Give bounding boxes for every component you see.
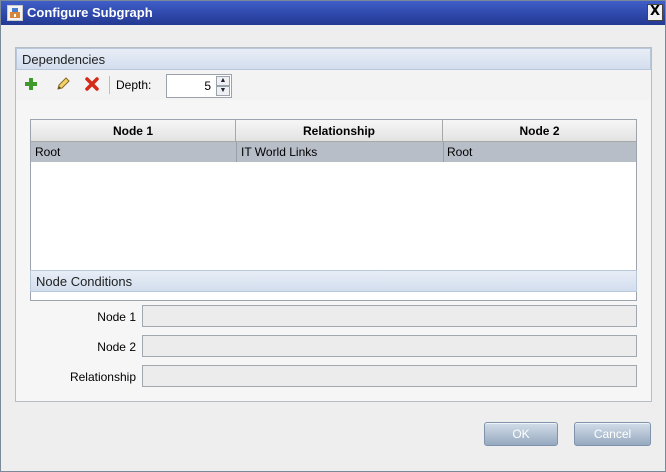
title-bar: Configure Subgraph X bbox=[1, 1, 665, 25]
dependencies-header: Dependencies bbox=[16, 48, 651, 70]
main-panel: Dependencies Depth: 5 ▲ ▼ Node 1 Relatio… bbox=[15, 47, 652, 402]
add-button[interactable] bbox=[23, 76, 39, 92]
cell-node1: Root bbox=[35, 145, 61, 159]
table-row[interactable]: Root IT World Links Root bbox=[31, 142, 636, 162]
depth-label: Depth: bbox=[116, 78, 152, 92]
node1-field[interactable] bbox=[142, 305, 637, 327]
column-header-relationship[interactable]: Relationship bbox=[236, 120, 443, 142]
window-title: Configure Subgraph bbox=[27, 5, 153, 20]
spin-up-button[interactable]: ▲ bbox=[216, 76, 230, 86]
depth-spinner[interactable]: 5 ▲ ▼ bbox=[166, 74, 232, 98]
pencil-icon bbox=[57, 77, 70, 90]
close-icon: X bbox=[649, 4, 661, 19]
column-header-node1[interactable]: Node 1 bbox=[31, 120, 236, 142]
ok-button[interactable]: OK bbox=[484, 422, 558, 446]
spin-down-button[interactable]: ▼ bbox=[216, 86, 230, 96]
node1-label: Node 1 bbox=[97, 310, 136, 324]
delete-button[interactable] bbox=[84, 76, 100, 92]
cancel-button[interactable]: Cancel bbox=[574, 422, 651, 446]
column-header-node2[interactable]: Node 2 bbox=[443, 120, 636, 142]
close-button[interactable]: X bbox=[647, 4, 663, 21]
plus-icon bbox=[25, 78, 37, 90]
cell-node2: Root bbox=[447, 145, 473, 159]
cell-divider bbox=[236, 142, 237, 162]
node-conditions-header: Node Conditions bbox=[30, 270, 637, 292]
app-icon bbox=[7, 5, 23, 21]
depth-value: 5 bbox=[204, 79, 211, 93]
configure-subgraph-dialog: Configure Subgraph X Dependencies Depth:… bbox=[0, 0, 666, 472]
cell-divider bbox=[443, 142, 444, 162]
node2-label: Node 2 bbox=[97, 340, 136, 354]
node2-field[interactable] bbox=[142, 335, 637, 357]
red-x-icon bbox=[85, 77, 99, 91]
toolbar-separator bbox=[109, 76, 110, 94]
dependencies-toolbar: Depth: 5 ▲ ▼ bbox=[16, 70, 651, 100]
edit-button[interactable] bbox=[55, 76, 71, 92]
cell-relationship: IT World Links bbox=[241, 145, 318, 159]
relationship-label: Relationship bbox=[69, 370, 136, 384]
relationship-field[interactable] bbox=[142, 365, 637, 387]
